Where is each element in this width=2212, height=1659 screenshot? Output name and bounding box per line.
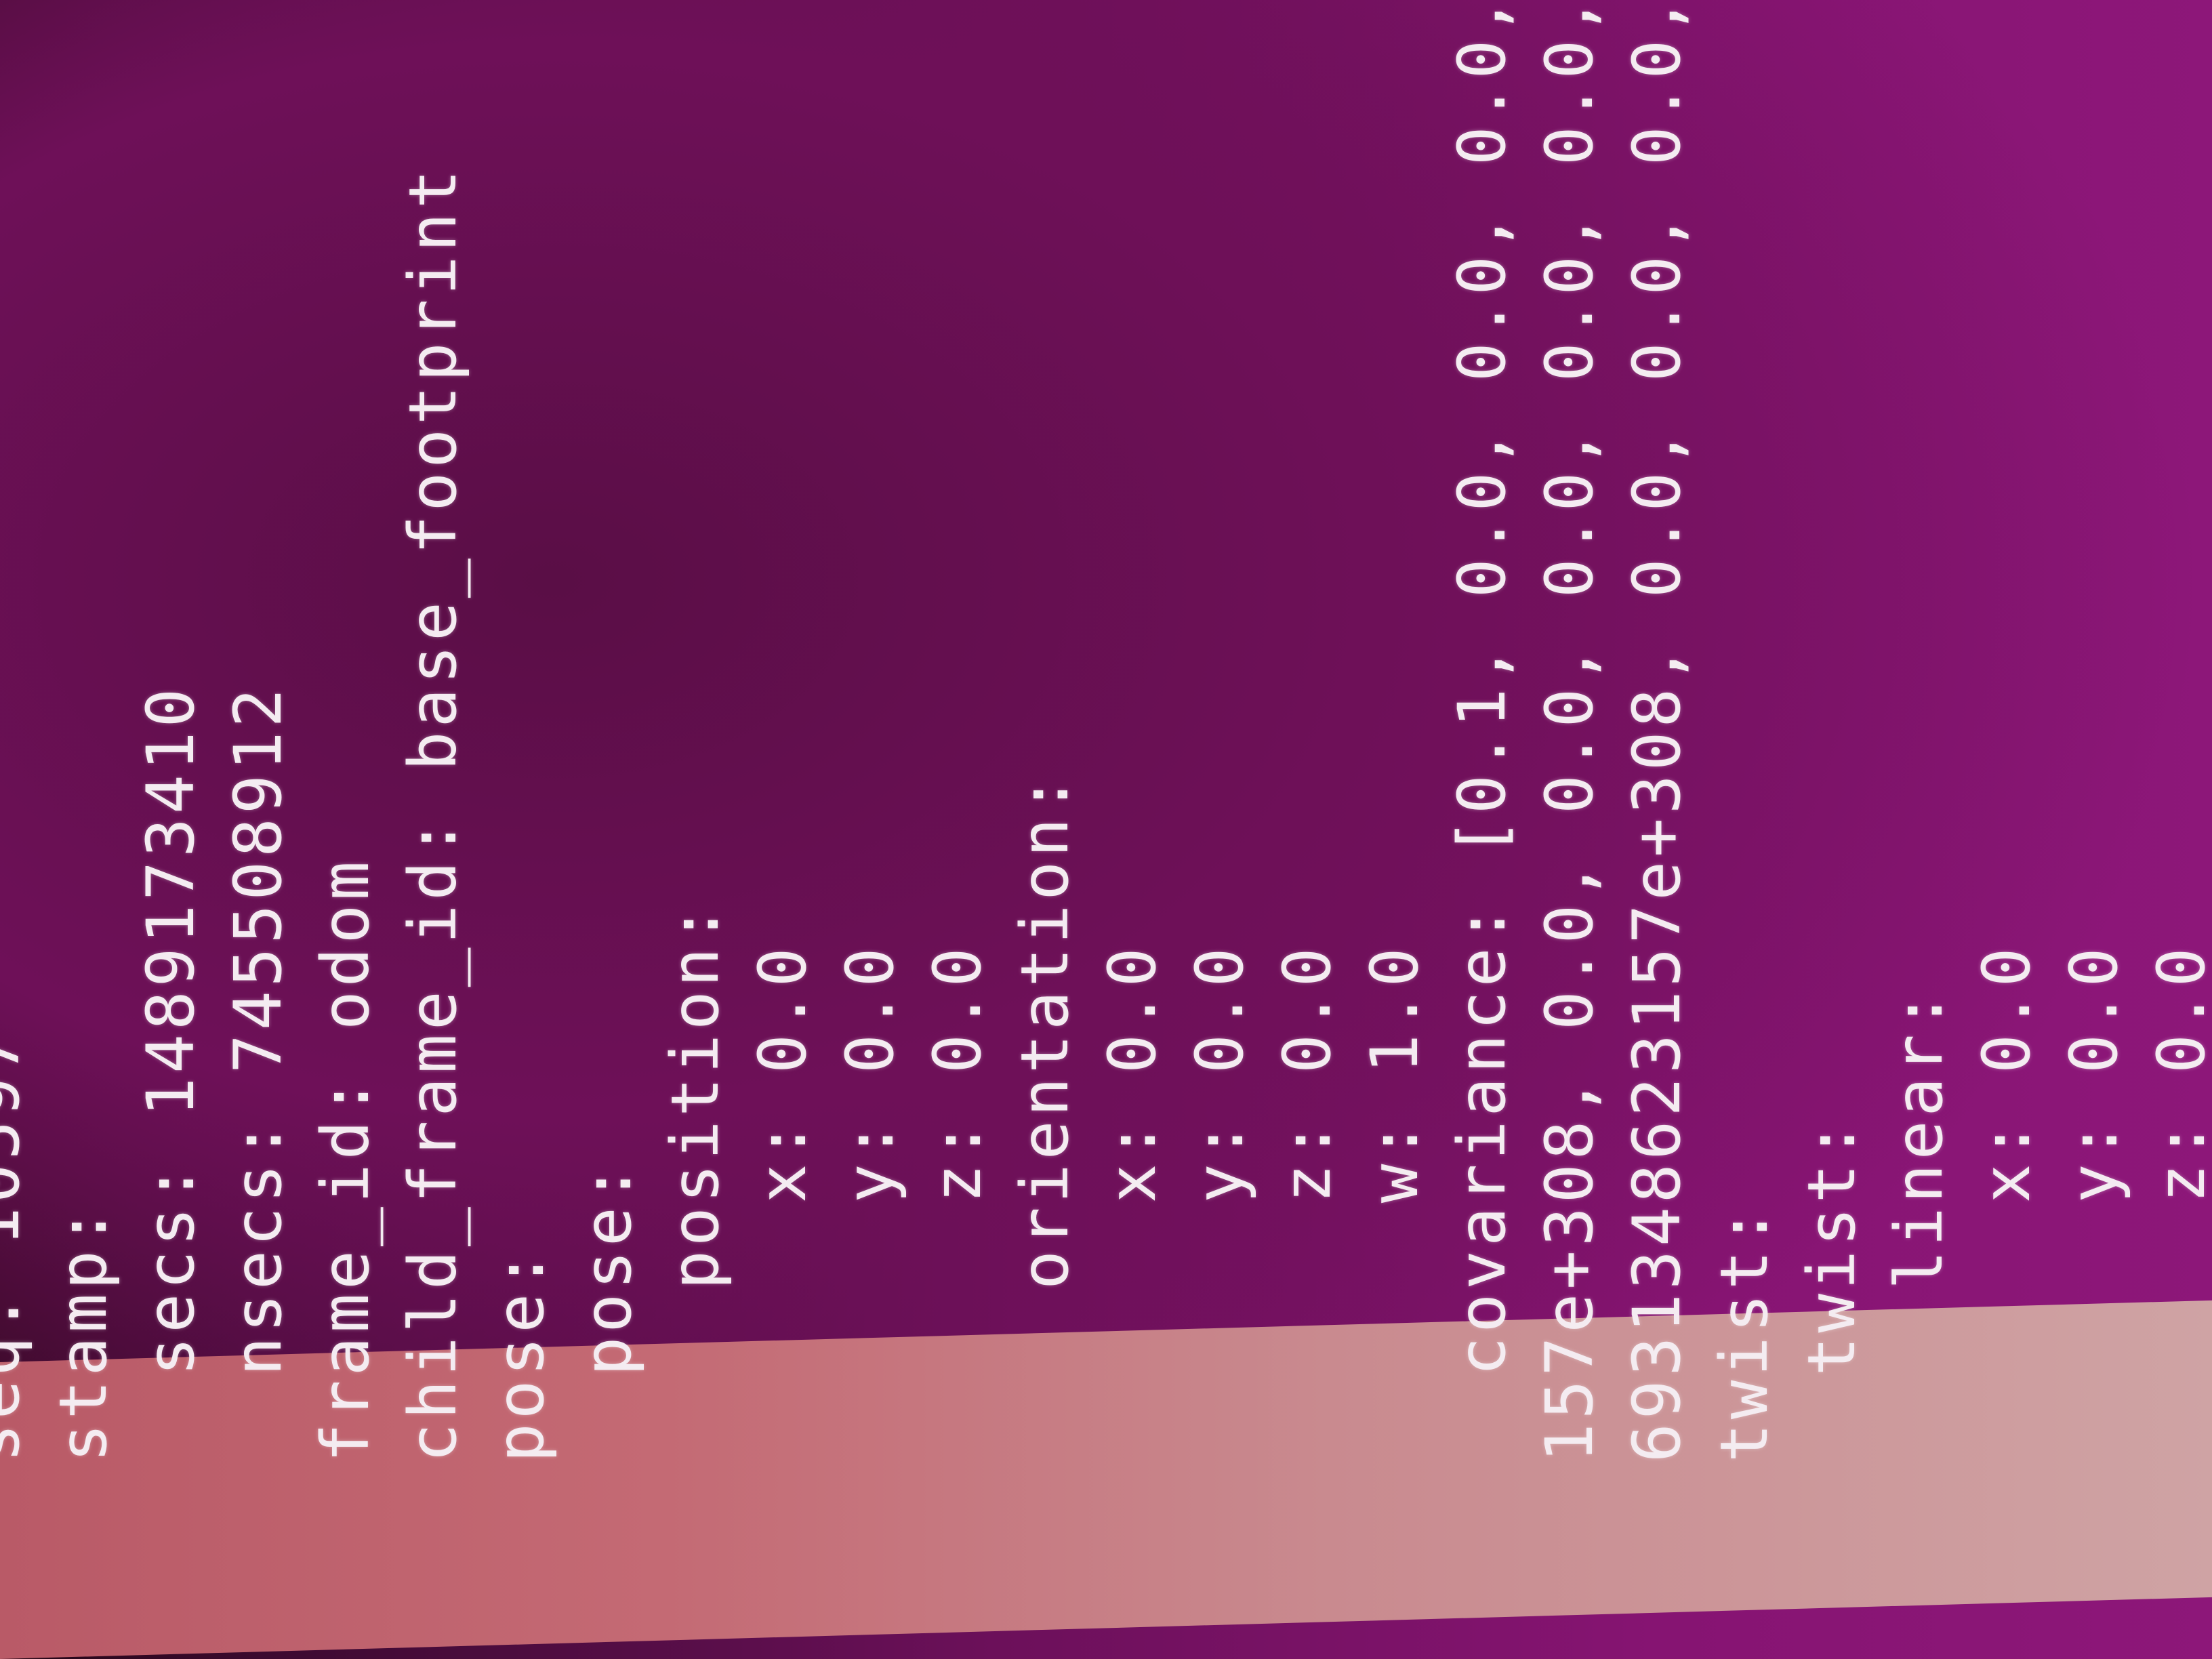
terminal-line: seq: 10597: [0, 1030, 34, 1462]
terminal-line: z: 0.0: [920, 943, 996, 1462]
terminal-line: orientation:: [1007, 771, 1083, 1462]
terminal-photo: seq: 10597 stamp: secs: 1489173410 nsecs…: [0, 0, 2212, 1659]
terminal-line: linear:: [1881, 987, 1957, 1462]
terminal-line: z: 0.0: [2144, 943, 2212, 1462]
terminal-output: seq: 10597 stamp: secs: 1489173410 nsecs…: [0, 0, 2212, 1462]
terminal-line: stamp:: [45, 1203, 121, 1462]
terminal-line: y: 0.0: [1182, 943, 1258, 1462]
terminal-line: y: 0.0: [832, 943, 908, 1462]
terminal-line: secs: 1489173410: [133, 684, 209, 1462]
terminal-line: y: 0.0: [2056, 943, 2132, 1462]
terminal-line: x: 0.0: [1969, 943, 2045, 1462]
terminal-line: child_frame_id: base_footprint: [395, 165, 471, 1462]
terminal-line: nsecs: 745508912: [220, 684, 296, 1462]
terminal-line: covariance: [0.1, 0.0, 0.0, 0.0, 0.0,: [1444, 0, 1520, 1462]
terminal-line: frame_id: odom: [308, 857, 384, 1462]
terminal-line: twist:: [1706, 1203, 1782, 1462]
terminal-line: twist:: [1794, 1116, 1870, 1462]
terminal-window: seq: 10597 stamp: secs: 1489173410 nsecs…: [0, 0, 2212, 1659]
terminal-line: 157e+308, 0.0, 0.0, 0.0, 0.0, 0.0,: [1532, 0, 1607, 1462]
terminal-line: x: 0.0: [1094, 943, 1170, 1462]
terminal-line: 6931348623157e+308, 0.0, 0.0, 0.0,: [1619, 0, 1695, 1462]
terminal-line: position:: [657, 900, 733, 1462]
terminal-line: pose:: [570, 1160, 646, 1462]
terminal-line: pose:: [483, 1246, 558, 1462]
terminal-line: z: 0.0: [1269, 943, 1345, 1462]
terminal-line: w: 1.0: [1357, 943, 1433, 1462]
terminal-line: x: 0.0: [745, 943, 821, 1462]
